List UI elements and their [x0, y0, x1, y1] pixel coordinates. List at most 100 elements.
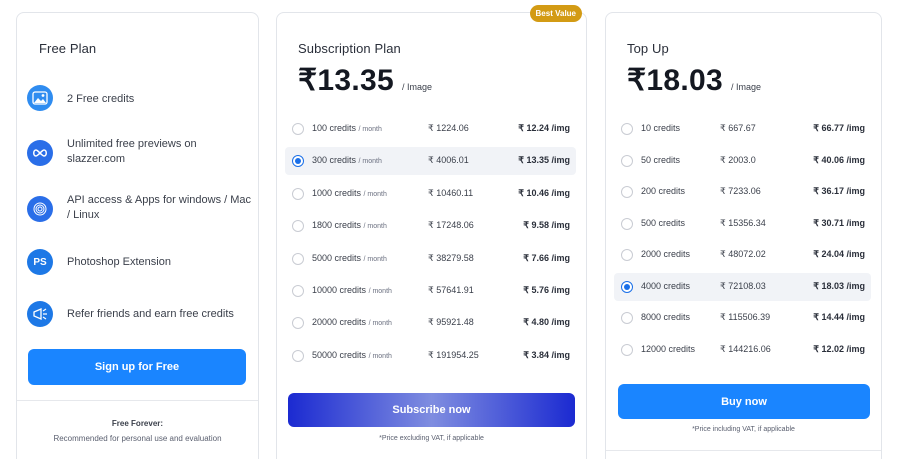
credits-label: 10 credits: [641, 123, 681, 133]
topup-radio[interactable]: [621, 186, 633, 198]
per-image-price: ₹ 36.17 /img: [813, 186, 865, 196]
credits-label: 50000 credits / month: [312, 349, 392, 360]
topup-radio[interactable]: [621, 312, 633, 324]
credits-label: 100 credits / month: [312, 123, 382, 133]
vat-note: *Price including VAT, if applicable: [692, 426, 795, 433]
free-plan-card: Free Plan 2 Free credits Unlimited free …: [16, 12, 259, 459]
topup-option-row[interactable]: 12000 credits ₹ 144216.06 ₹ 12.02 /img: [614, 336, 871, 364]
plan-option-row[interactable]: 1800 credits / month ₹ 17248.06 ₹ 9.58 /im…: [285, 212, 576, 240]
topup-option-row[interactable]: 10 credits ₹ 667.67 ₹ 66.77 /img: [614, 115, 871, 143]
plan-radio[interactable]: [292, 317, 304, 330]
credits-label: 5000 credits / month: [312, 252, 387, 263]
feature-text: Unlimited free previews on slazzer.com: [67, 138, 197, 165]
plan-radio[interactable]: [292, 252, 304, 265]
per-image-price: ₹ 4.80 /img: [523, 317, 570, 328]
topup-radio[interactable]: [621, 249, 633, 261]
topup-option-row[interactable]: 2000 credits ₹ 48072.02 ₹ 24.04 /img: [614, 241, 871, 269]
feature-text: API access & Apps for windows / Mac / Li…: [67, 194, 252, 221]
total-price: ₹ 4006.01: [428, 155, 469, 166]
per-image-price: ₹ 7.66 /img: [523, 252, 570, 263]
topup-radio[interactable]: [621, 123, 633, 135]
total-price: ₹ 15356.34: [720, 217, 766, 228]
credits-label: 50 credits: [641, 154, 681, 165]
per-image-price: ₹ 18.03 /img: [813, 280, 865, 291]
total-price: ₹ 144216.06: [720, 343, 771, 354]
credits-label: 2000 credits: [641, 249, 691, 259]
plan-option-row[interactable]: 100 credits / month ₹ 1224.06 ₹ 12.24 /img: [285, 115, 576, 143]
total-price: ₹ 57641.91: [428, 285, 474, 295]
infinity-icon: [27, 140, 53, 166]
total-price: ₹ 7233.06: [720, 186, 761, 196]
subscribe-now-button[interactable]: Subscribe now: [288, 393, 575, 427]
plan-radio[interactable]: [292, 187, 304, 200]
per-image-label: / Image: [402, 82, 433, 92]
total-price: ₹ 95921.48: [428, 317, 474, 328]
topup-radio[interactable]: [621, 343, 633, 356]
per-image-price: ₹ 24.04 /img: [813, 249, 865, 259]
plan-option-row[interactable]: 5000 credits / month ₹ 38279.58 ₹ 7.66 /im…: [285, 245, 576, 273]
sign-up-button[interactable]: Sign up for Free: [28, 349, 246, 385]
topup-option-row[interactable]: 500 credits ₹ 15356.34 ₹ 30.71 /img: [614, 210, 871, 238]
plan-radio[interactable]: [292, 220, 304, 233]
topup-radio[interactable]: [621, 280, 633, 293]
feature-text: Photoshop Extension: [67, 256, 171, 268]
plan-option-row[interactable]: 50000 credits / month ₹ 191954.25 ₹ 3.84 /…: [285, 342, 576, 370]
per-image-price: ₹ 12.24 /img: [518, 123, 570, 133]
credits-label: 1800 credits / month: [312, 220, 387, 231]
total-price: ₹ 2003.0: [720, 154, 756, 165]
topup-option-row[interactable]: 8000 credits ₹ 115506.39 ₹ 14.44 /img: [614, 304, 871, 332]
total-price: ₹ 17248.06: [428, 220, 474, 231]
divider: [17, 400, 258, 401]
feature-item: API access & Apps for windows / Mac / Li…: [27, 193, 252, 223]
per-image-price: ₹ 3.84 /img: [523, 349, 570, 360]
top-up-price: ₹18.03: [627, 64, 723, 97]
top-up-card: Top Up ₹18.03 / Image 10 credits ₹ 667.67…: [605, 12, 882, 459]
total-price: ₹ 115506.39: [720, 312, 771, 322]
topup-radio[interactable]: [621, 154, 633, 167]
total-price: ₹ 191954.25: [428, 349, 479, 360]
buy-now-button[interactable]: Buy now: [618, 384, 870, 419]
per-image-label: / Image: [731, 82, 762, 92]
per-image-price: ₹ 14.44 /img: [813, 312, 865, 322]
credits-label: 20000 credits / month: [312, 317, 392, 328]
plan-radio[interactable]: [292, 285, 304, 297]
per-image-price: ₹ 30.71 /img: [813, 217, 865, 228]
plan-radio[interactable]: [292, 123, 304, 135]
vat-note: *Price excluding VAT, if applicable: [379, 435, 484, 442]
fingerprint-icon: [27, 196, 53, 222]
megaphone-icon: [27, 301, 53, 327]
topup-option-row[interactable]: 200 credits ₹ 7233.06 ₹ 36.17 /img: [614, 178, 871, 206]
total-price: ₹ 38279.58: [428, 252, 474, 263]
plan-option-row[interactable]: 10000 credits / month ₹ 57641.91 ₹ 5.76 /i…: [285, 277, 576, 305]
divider: [606, 450, 881, 451]
plan-option-row[interactable]: 20000 credits / month ₹ 95921.48 ₹ 4.80 /i…: [285, 309, 576, 337]
credits-label: 4000 credits: [641, 280, 691, 291]
plan-radio[interactable]: [292, 349, 304, 362]
best-value-badge: Best Value: [529, 5, 582, 22]
topup-option-row[interactable]: 4000 credits ₹ 72108.03 ₹ 18.03 /img: [614, 272, 871, 301]
subscription-plan-card: Best Value Subscription Plan ₹13.35 / Im…: [276, 5, 587, 459]
subscription-plan-title: Subscription Plan: [298, 41, 401, 56]
feature-item: 2 Free credits: [27, 85, 252, 111]
feature-item: PS Photoshop Extension: [27, 249, 252, 275]
feature-item: Refer friends and earn free credits: [27, 301, 252, 327]
topup-radio[interactable]: [621, 217, 633, 230]
topup-option-row[interactable]: 50 credits ₹ 2003.0 ₹ 40.06 /img: [614, 147, 871, 175]
plan-option-row[interactable]: 300 credits / month ₹ 4006.01 ₹ 13.35 /img: [285, 147, 576, 176]
credits-label: 12000 credits: [641, 343, 696, 354]
feature-item: Unlimited free previews on slazzer.com: [27, 137, 252, 167]
credits-label: 300 credits / month: [312, 155, 382, 166]
total-price: ₹ 48072.02: [720, 249, 766, 259]
per-image-price: ₹ 12.02 /img: [813, 343, 865, 354]
free-plan-title: Free Plan: [39, 41, 97, 56]
per-image-price: ₹ 13.35 /img: [518, 155, 570, 166]
subscription-price: ₹13.35: [298, 64, 394, 97]
total-price: ₹ 10460.11: [428, 187, 474, 198]
plan-option-row[interactable]: 1000 credits / month ₹ 10460.11 ₹ 10.46 /i…: [285, 180, 576, 208]
per-image-price: ₹ 40.06 /img: [813, 154, 865, 165]
plan-radio[interactable]: [292, 155, 304, 168]
credits-label: 500 credits: [641, 217, 686, 228]
credits-label: 8000 credits: [641, 312, 691, 322]
feature-text: Refer friends and earn free credits: [67, 308, 234, 320]
credits-label: 200 credits: [641, 186, 686, 196]
